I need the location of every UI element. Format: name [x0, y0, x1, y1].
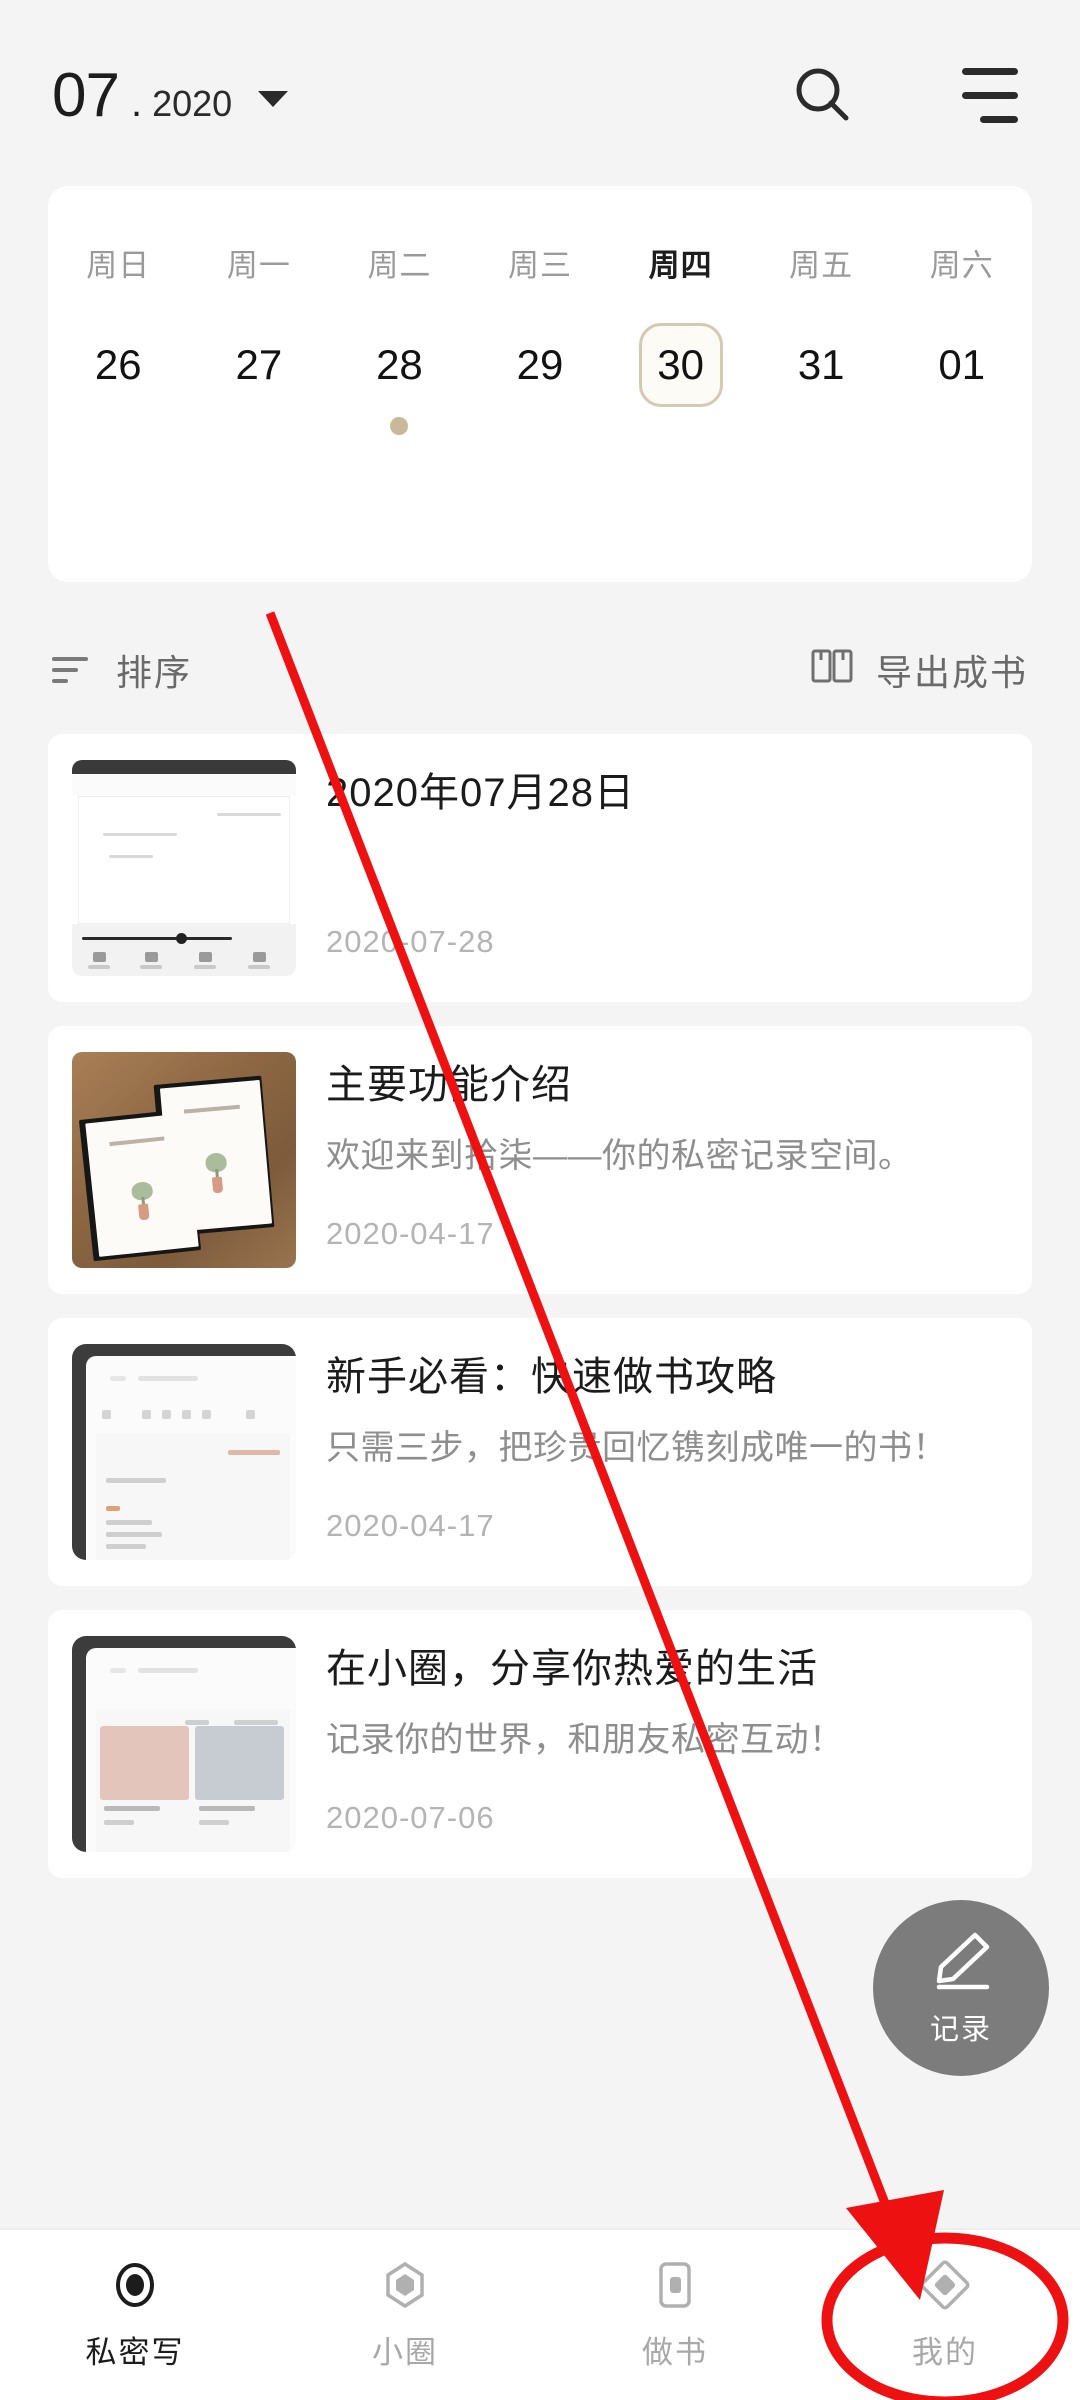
nav-label: 小圈 — [372, 2334, 438, 2370]
nav-label: 我的 — [912, 2334, 978, 2370]
hamburger-bar-3 — [980, 115, 1018, 123]
calendar-day-cell[interactable]: 27 — [189, 323, 330, 435]
day-number: 28 — [376, 341, 423, 388]
nav-tab-circle[interactable]: 小圈 — [270, 2259, 540, 2372]
search-icon[interactable] — [792, 64, 854, 126]
entry-date: 2020-04-17 — [326, 1508, 495, 1543]
diamond-icon — [919, 2259, 971, 2311]
entry-list: 2020年07月28日 2020-07-28 主要功能介绍 欢迎来到拾柒——你的… — [48, 734, 1032, 1902]
record-fab-label: 记录 — [929, 2013, 992, 2046]
day-record-dot — [390, 417, 409, 435]
weekday-label: 周三 — [508, 248, 573, 283]
entry-date: 2020-07-28 — [326, 924, 495, 959]
entry-thumbnail — [72, 1052, 296, 1268]
nav-label: 做书 — [642, 2334, 708, 2370]
hamburger-bar-1 — [962, 67, 1018, 75]
entry-title: 2020年07月28日 — [326, 771, 635, 815]
entry-date: 2020-04-17 — [326, 1216, 495, 1251]
hamburger-menu-icon[interactable] — [962, 67, 1018, 123]
export-book-button[interactable]: 导出成书 — [810, 644, 1028, 696]
day-number: 01 — [938, 341, 986, 388]
list-item[interactable]: 在小圈，分享你热爱的生活 记录你的世界，和朋友私密互动！ 2020-07-06 — [48, 1610, 1032, 1878]
nav-tab-mine[interactable]: 我的 — [810, 2259, 1080, 2372]
month-year-separator: . — [130, 80, 143, 125]
calendar-day-cell[interactable]: 31 — [751, 323, 892, 435]
day-number: 31 — [797, 341, 845, 388]
sort-label: 排序 — [116, 652, 193, 693]
list-item[interactable]: 新手必看：快速做书攻略 只需三步，把珍贵回忆镌刻成唯一的书！ 2020-04-1… — [48, 1318, 1032, 1586]
entry-description: 欢迎来到拾柒——你的私密记录空间。 — [326, 1137, 913, 1175]
day-number-selected: 30 — [638, 323, 723, 407]
weekday-label: 周五 — [789, 248, 854, 283]
entry-description: 记录你的世界，和朋友私密互动！ — [326, 1721, 844, 1759]
entry-title: 新手必看：快速做书攻略 — [326, 1355, 777, 1399]
record-fab-button[interactable]: 记录 — [873, 1900, 1049, 2076]
entry-thumbnail — [72, 1344, 296, 1560]
weekday-label: 周一 — [226, 248, 291, 283]
weekday-label-active: 周四 — [648, 248, 713, 283]
pencil-icon — [925, 1929, 997, 2000]
day-number: 29 — [516, 341, 564, 388]
nav-tab-private-write[interactable]: 私密写 — [0, 2259, 270, 2372]
sort-icon — [52, 657, 94, 683]
rounded-square-icon — [649, 2259, 701, 2311]
entry-text: 在小圈，分享你热爱的生活 记录你的世界，和朋友私密互动！ 2020-07-06 — [296, 1610, 1032, 1878]
calendar-weekday-row: 周日 周一 周二 周三 周四 周五 周六 — [48, 240, 1032, 285]
calendar-day-cell[interactable]: 28 — [329, 323, 470, 435]
calendar-day-cell[interactable]: 29 — [470, 323, 611, 435]
entry-text: 新手必看：快速做书攻略 只需三步，把珍贵回忆镌刻成唯一的书！ 2020-04-1… — [296, 1318, 1032, 1586]
calendar-weekday-cell: 周日 — [48, 240, 189, 285]
chevron-down-icon — [258, 91, 289, 107]
entry-thumbnail — [72, 760, 296, 976]
calendar-weekday-cell: 周二 — [329, 240, 470, 285]
nav-tab-make-book[interactable]: 做书 — [540, 2259, 810, 2372]
nav-label: 私密写 — [85, 2334, 185, 2370]
list-item[interactable]: 2020年07月28日 2020-07-28 — [48, 734, 1032, 1002]
calendar-weekday-cell: 周三 — [470, 240, 611, 285]
weekday-label: 周日 — [86, 248, 151, 283]
bottom-navigation: 私密写 小圈 做书 我的 — [0, 2228, 1080, 2400]
entry-text: 主要功能介绍 欢迎来到拾柒——你的私密记录空间。 2020-04-17 — [296, 1026, 1032, 1294]
action-bar: 排序 导出成书 — [0, 610, 1080, 730]
export-book-label: 导出成书 — [875, 652, 1028, 693]
weekday-label: 周六 — [929, 248, 994, 283]
phone-editor-thumb — [72, 1344, 296, 1560]
entry-title: 主要功能介绍 — [326, 1063, 572, 1107]
calendar-day-cell[interactable]: 01 — [891, 323, 1032, 435]
phone-feed-thumb — [72, 1636, 296, 1852]
hamburger-bars — [962, 67, 1018, 123]
day-number: 27 — [235, 341, 283, 388]
hexagon-icon — [379, 2259, 431, 2311]
list-item[interactable]: 主要功能介绍 欢迎来到拾柒——你的私密记录空间。 2020-04-17 — [48, 1026, 1032, 1294]
sort-button[interactable]: 排序 — [52, 644, 192, 696]
month-value: 07 — [52, 60, 120, 130]
calendar-weekday-cell: 周六 — [891, 240, 1032, 285]
day-number: 26 — [94, 341, 142, 388]
hamburger-bar-2 — [962, 91, 1018, 99]
calendar-day-cell[interactable]: 26 — [48, 323, 189, 435]
books-photo-thumb — [72, 1052, 296, 1268]
app-screen: 07 . 2020 周日 周一 周二 周三 周四 周五 周六 26 27 28 … — [0, 0, 1080, 2400]
book-icon — [810, 646, 854, 695]
entry-text: 2020年07月28日 2020-07-28 — [296, 734, 1032, 1002]
calendar-weekday-cell: 周一 — [189, 240, 330, 285]
year-value: 2020 — [152, 82, 233, 124]
entry-description: 只需三步，把珍贵回忆镌刻成唯一的书！ — [326, 1429, 947, 1467]
entry-title: 在小圈，分享你热爱的生活 — [326, 1647, 818, 1691]
entry-thumbnail — [72, 1636, 296, 1852]
calendar-weekday-cell: 周四 — [610, 240, 751, 285]
weekday-label: 周二 — [367, 248, 432, 283]
calendar-card: 周日 周一 周二 周三 周四 周五 周六 26 27 28 29 30 31 0… — [48, 186, 1032, 709]
calendar-weekday-cell: 周五 — [751, 240, 892, 285]
entry-date: 2020-07-06 — [326, 1800, 495, 1835]
circle-dot-icon — [109, 2259, 161, 2311]
month-year-selector[interactable]: 07 . 2020 — [52, 60, 289, 131]
calendar-day-cell-selected[interactable]: 30 — [610, 323, 751, 435]
note-screenshot-thumb — [72, 760, 296, 976]
top-bar: 07 . 2020 — [0, 0, 1080, 190]
calendar-day-row: 26 27 28 29 30 31 01 — [48, 323, 1032, 435]
